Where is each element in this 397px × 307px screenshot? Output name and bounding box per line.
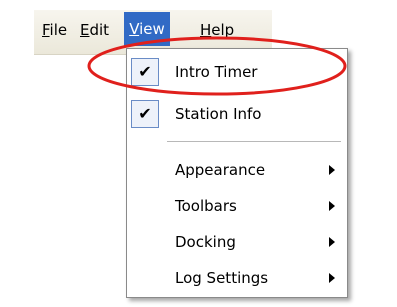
menu-item-docking[interactable]: Docking bbox=[127, 225, 347, 259]
menu-view[interactable]: View bbox=[124, 12, 170, 46]
menu-item-label: Appearance bbox=[175, 161, 266, 179]
menu-edit[interactable]: Edit bbox=[76, 15, 113, 45]
menu-item-label: Docking bbox=[175, 233, 236, 251]
menu-item-label: Intro Timer bbox=[175, 63, 258, 81]
menu-item-label: Toolbars bbox=[175, 197, 237, 215]
view-menu-dropdown: ✔ Intro Timer ✔ Station Info Appearance … bbox=[126, 48, 348, 298]
menu-item-label: Log Settings bbox=[175, 269, 269, 287]
submenu-arrow-icon bbox=[329, 201, 335, 211]
submenu-arrow-icon bbox=[329, 237, 335, 247]
submenu-arrow-icon bbox=[329, 165, 335, 175]
menu-item-intro-timer[interactable]: ✔ Intro Timer bbox=[127, 55, 347, 89]
submenu-arrow-icon bbox=[329, 273, 335, 283]
menu-help[interactable]: Help bbox=[196, 15, 238, 45]
menu-separator bbox=[167, 141, 341, 142]
checkmark-icon: ✔ bbox=[131, 100, 159, 128]
menu-item-appearance[interactable]: Appearance bbox=[127, 153, 347, 187]
checkmark-icon: ✔ bbox=[131, 58, 159, 86]
menu-item-label: Station Info bbox=[175, 105, 262, 123]
menu-item-toolbars[interactable]: Toolbars bbox=[127, 189, 347, 223]
menu-item-log-settings[interactable]: Log Settings bbox=[127, 261, 347, 295]
menu-file[interactable]: File bbox=[38, 15, 71, 45]
menu-item-station-info[interactable]: ✔ Station Info bbox=[127, 97, 347, 131]
